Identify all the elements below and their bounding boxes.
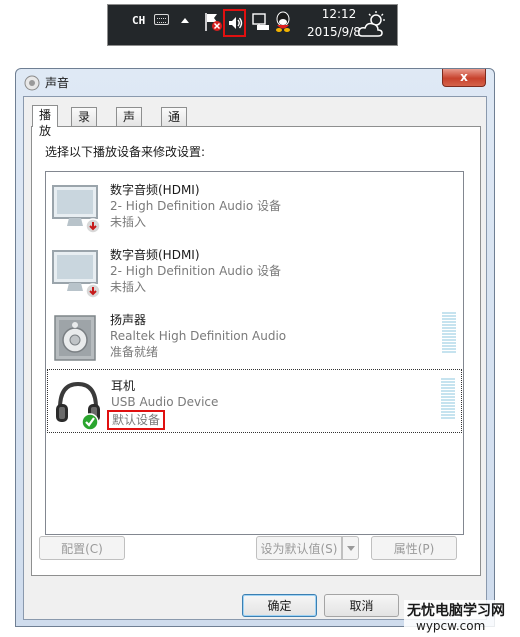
- action-center-flag-icon[interactable]: [203, 11, 223, 33]
- qq-icon[interactable]: [274, 10, 292, 34]
- window-title: 声音: [45, 76, 70, 90]
- device-status: 准备就绪: [110, 345, 159, 359]
- sound-app-icon: [24, 75, 40, 91]
- device-name: 数字音频(HDMI): [110, 248, 200, 262]
- playback-panel: 选择以下播放设备来修改设置: 数字音频(HDMI) 2- High Defini…: [31, 126, 481, 576]
- playback-device-list[interactable]: 数字音频(HDMI) 2- High Definition Audio 设备 未…: [45, 171, 464, 535]
- set-default-dropdown[interactable]: [342, 536, 359, 560]
- device-item-headphones[interactable]: 耳机 USB Audio Device 默认设备: [47, 369, 462, 433]
- watermark-title: 无忧电脑学习网: [407, 603, 505, 619]
- default-device-status: 默认设备: [107, 410, 166, 430]
- watermark-url: wypcw.com: [416, 619, 486, 633]
- device-name: 耳机: [111, 379, 136, 393]
- set-default-button[interactable]: 设为默认值(S): [256, 536, 342, 560]
- language-indicator[interactable]: CH: [132, 14, 145, 27]
- device-item-hdmi-1[interactable]: 数字音频(HDMI) 2- High Definition Audio 设备 未…: [47, 174, 462, 238]
- device-text: 耳机 USB Audio Device 默认设备: [107, 378, 219, 430]
- monitor-icon: [52, 185, 101, 234]
- headphones-icon: [56, 381, 100, 430]
- device-description: USB Audio Device: [111, 395, 219, 409]
- device-item-hdmi-2[interactable]: 数字音频(HDMI) 2- High Definition Audio 设备 未…: [47, 239, 462, 303]
- tab-communications[interactable]: 通信: [161, 107, 188, 140]
- sound-dialog: 声音 x 播放 录制 声音 通信 选择以下播放设备来修改设置:: [15, 68, 495, 627]
- device-text: 数字音频(HDMI) 2- High Definition Audio 设备 未…: [110, 182, 281, 230]
- site-watermark: 无忧电脑学习网 wypcw.com: [404, 600, 520, 637]
- device-status: 未插入: [110, 280, 147, 294]
- cancel-button[interactable]: 取消: [324, 594, 399, 617]
- weather-icon[interactable]: [356, 10, 390, 40]
- device-name: 数字音频(HDMI): [110, 183, 200, 197]
- device-status: 未插入: [110, 215, 147, 229]
- taskbar-tray: CH 12:12 2015/9/8: [107, 4, 398, 46]
- volume-level-meter: [442, 312, 456, 354]
- tab-recording[interactable]: 录制: [71, 107, 98, 140]
- volume-tray-highlight[interactable]: [223, 9, 246, 37]
- ok-button[interactable]: 确定: [242, 594, 317, 617]
- tab-sounds[interactable]: 声音: [116, 107, 143, 140]
- speaker-icon: [54, 315, 96, 361]
- network-icon[interactable]: [252, 12, 270, 32]
- device-item-speakers[interactable]: 扬声器 Realtek High Definition Audio 准备就绪: [47, 304, 462, 368]
- properties-button[interactable]: 属性(P): [371, 536, 457, 560]
- instruction-text: 选择以下播放设备来修改设置:: [45, 145, 206, 159]
- device-text: 数字音频(HDMI) 2- High Definition Audio 设备 未…: [110, 247, 281, 295]
- device-description: 2- High Definition Audio 设备: [110, 199, 282, 213]
- chevron-down-icon: [346, 545, 355, 551]
- close-button[interactable]: x: [442, 69, 486, 87]
- device-name: 扬声器: [110, 313, 147, 327]
- monitor-icon: [52, 250, 101, 299]
- show-hidden-icons-arrow[interactable]: [181, 18, 189, 23]
- device-status-wrap: 默认设备: [107, 410, 218, 430]
- tab-playback[interactable]: 播放: [32, 105, 59, 138]
- speaker-volume-icon[interactable]: [227, 15, 243, 31]
- volume-level-meter: [441, 378, 455, 420]
- configure-button[interactable]: 配置(C): [39, 536, 125, 560]
- device-text: 扬声器 Realtek High Definition Audio 准备就绪: [110, 312, 286, 360]
- dialog-body: 播放 录制 声音 通信 选择以下播放设备来修改设置: 数: [23, 96, 487, 620]
- keyboard-icon[interactable]: [154, 14, 169, 25]
- device-description: Realtek High Definition Audio: [110, 329, 287, 343]
- device-description: 2- High Definition Audio 设备: [110, 264, 282, 278]
